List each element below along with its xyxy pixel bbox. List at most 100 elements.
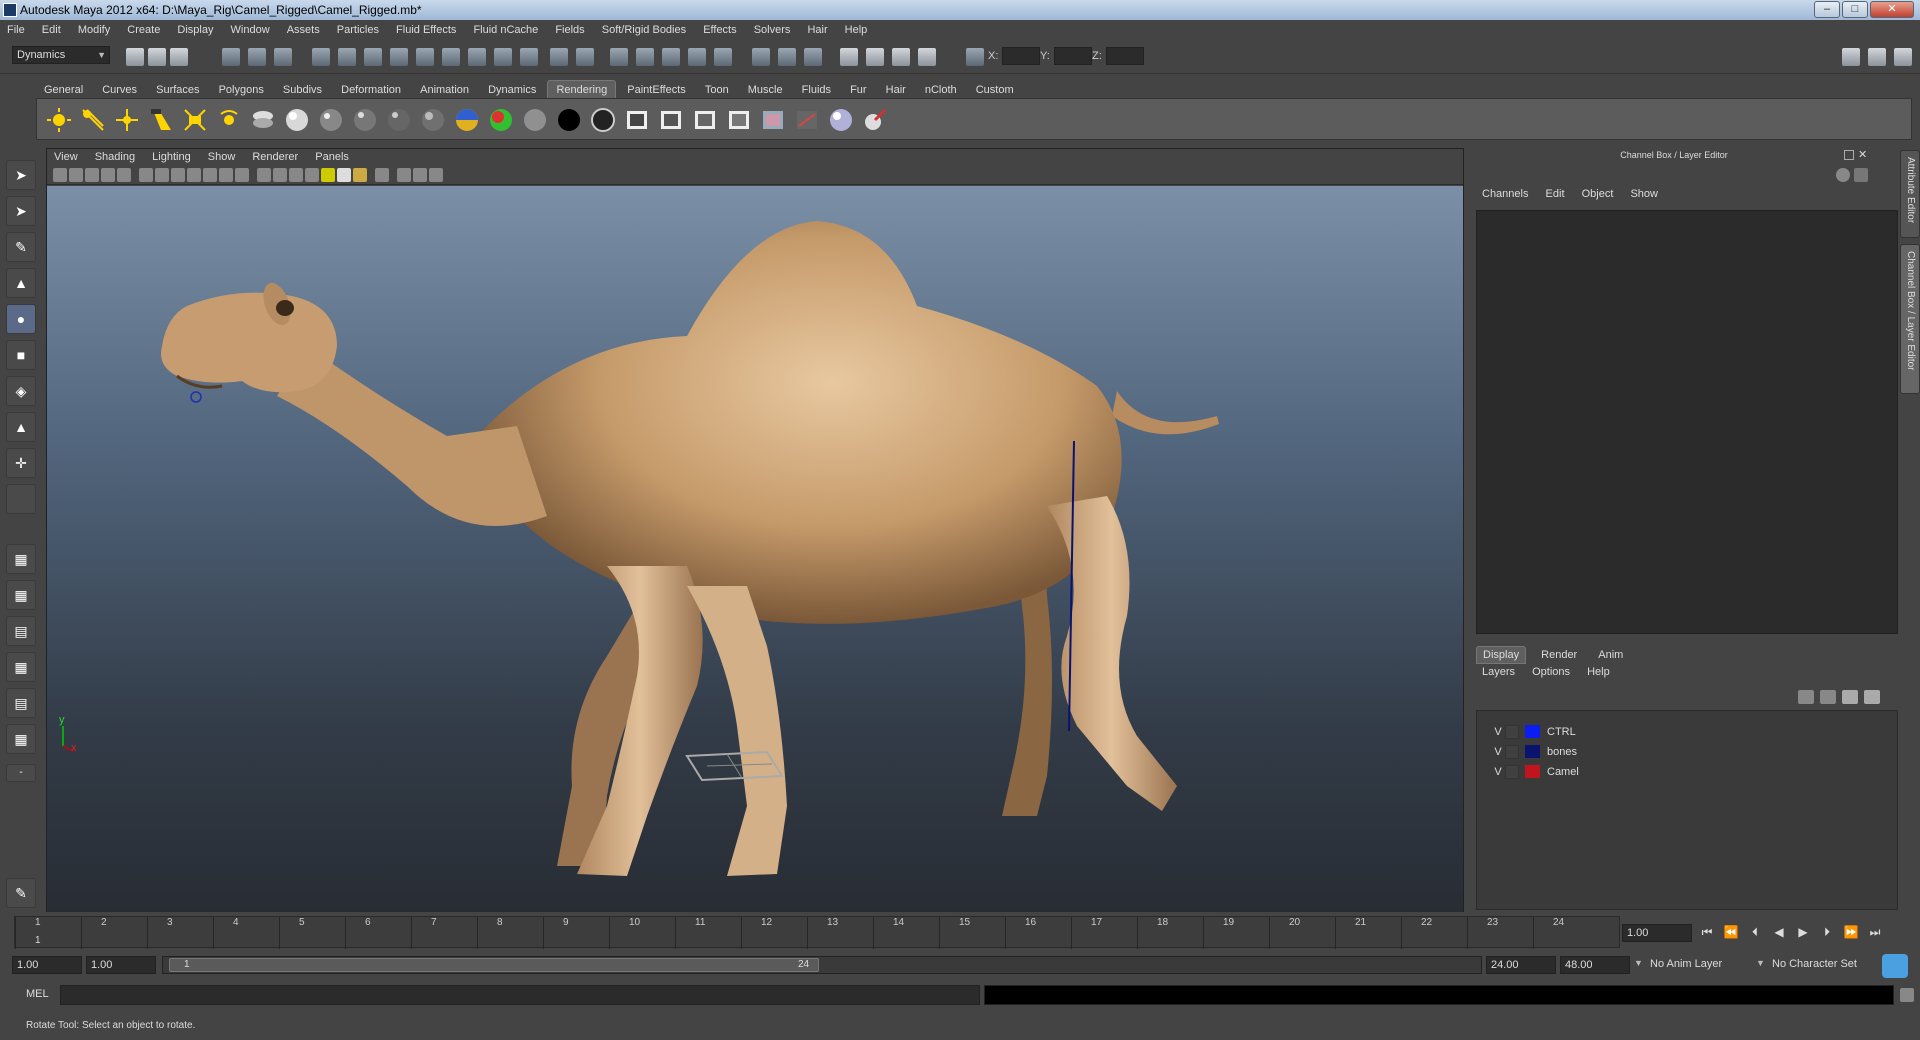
script-editor-icon[interactable]: ✎ xyxy=(6,878,36,908)
volume-light-icon[interactable] xyxy=(215,106,243,134)
hypershade-icon[interactable] xyxy=(249,106,277,134)
range-handle[interactable]: 1 24 xyxy=(169,958,819,972)
make-live-icon[interactable] xyxy=(714,48,732,66)
select-tool-icon[interactable]: ➤ xyxy=(6,160,36,190)
use-background-icon[interactable] xyxy=(555,106,583,134)
snap-curve-icon[interactable] xyxy=(636,48,654,66)
paint-brush-icon[interactable] xyxy=(861,106,889,134)
current-time-field[interactable]: 1.00 xyxy=(1622,924,1692,942)
shelf-tab-rendering[interactable]: Rendering xyxy=(547,80,617,98)
start-time-field[interactable]: 1.00 xyxy=(12,956,82,974)
go-to-end-icon[interactable]: ⏭ xyxy=(1866,924,1884,940)
channels-menu[interactable]: Channels xyxy=(1482,188,1542,200)
shelf-tab-muscle[interactable]: Muscle xyxy=(740,81,791,99)
lock-selection-icon[interactable] xyxy=(550,48,568,66)
move-tool-icon[interactable]: ▲ xyxy=(6,268,36,298)
anim-layer-dropdown[interactable]: No Anim Layer xyxy=(1650,958,1722,970)
close-panel-icon[interactable]: ✕ xyxy=(1858,148,1867,161)
persp-outliner-layout-icon[interactable]: ▤ xyxy=(6,616,36,646)
four-view-layout-icon[interactable]: ▦ xyxy=(6,580,36,610)
spot-light-icon[interactable] xyxy=(147,106,175,134)
toggle-channel-box-icon[interactable] xyxy=(1894,48,1912,66)
shelf-tab-general[interactable]: General xyxy=(36,81,91,99)
shelf-tab-deformation[interactable]: Deformation xyxy=(333,81,409,99)
lambert-material-icon[interactable] xyxy=(283,106,311,134)
perspective-viewport[interactable]: View Shading Lighting Show Renderer Pane… xyxy=(46,148,1464,912)
output-history-icon[interactable] xyxy=(778,48,796,66)
viewport-menu-lighting[interactable]: Lighting xyxy=(145,149,198,165)
new-scene-icon[interactable] xyxy=(126,48,144,66)
shelf-tab-fluids[interactable]: Fluids xyxy=(794,81,839,99)
persp-graph-layout-icon[interactable]: ▦ xyxy=(6,652,36,682)
ambient-light-icon[interactable] xyxy=(45,106,73,134)
field-chart-icon[interactable] xyxy=(203,168,217,182)
layer-row-ctrl[interactable]: V CTRL xyxy=(1485,723,1885,741)
render-frame-icon[interactable] xyxy=(866,48,884,66)
expand-layouts-icon[interactable]: - xyxy=(6,764,36,782)
play-backwards-icon[interactable]: ◀ xyxy=(1770,924,1788,940)
play-forwards-icon[interactable]: ▶ xyxy=(1794,924,1812,940)
viewport-menu-show[interactable]: Show xyxy=(201,149,243,165)
resolution-gate-icon[interactable] xyxy=(171,168,185,182)
hypershade-persp-layout-icon[interactable]: ▤ xyxy=(6,688,36,718)
toggle-tool-settings-icon[interactable] xyxy=(1868,48,1886,66)
create-layer-from-selected-icon[interactable] xyxy=(1864,690,1880,704)
layers-menu[interactable]: Layers xyxy=(1482,666,1529,678)
menu-fluid-ncache[interactable]: Fluid nCache xyxy=(466,20,545,40)
viewport-menu-shading[interactable]: Shading xyxy=(88,149,142,165)
script-editor-button-icon[interactable] xyxy=(1900,988,1914,1002)
xray-icon[interactable] xyxy=(397,168,411,182)
attribute-editor-side-tab[interactable]: Attribute Editor xyxy=(1900,150,1920,238)
channels-edit-menu[interactable]: Edit xyxy=(1546,188,1579,200)
menu-modify[interactable]: Modify xyxy=(71,20,117,40)
move-layer-up-icon[interactable] xyxy=(1798,690,1814,704)
maximize-icon[interactable]: □ xyxy=(1842,1,1868,18)
channel-box-content[interactable] xyxy=(1476,210,1898,634)
select-by-rendering-icon[interactable] xyxy=(468,48,486,66)
range-bar[interactable]: 1 24 xyxy=(162,956,1482,974)
select-object-icon[interactable] xyxy=(248,48,266,66)
channel-box-options-icon[interactable] xyxy=(1836,168,1850,182)
persp-graph-hypergraph-layout-icon[interactable]: ▦ xyxy=(6,724,36,754)
mental-ray-icon[interactable] xyxy=(827,106,855,134)
time-slider-ruler[interactable]: 1 2 3 4 5 6 7 8 9 10 11 12 13 14 15 16 1… xyxy=(14,916,1620,949)
layer-color-swatch[interactable] xyxy=(1525,765,1540,778)
render-view-shelf-icon[interactable] xyxy=(759,106,787,134)
step-back-key-icon[interactable]: ⏴ xyxy=(1746,924,1764,940)
layer-tab-render[interactable]: Render xyxy=(1529,647,1589,663)
command-language-label[interactable]: MEL xyxy=(26,988,49,1000)
character-set-dropdown[interactable]: No Character Set xyxy=(1772,958,1857,970)
create-empty-layer-icon[interactable] xyxy=(1842,690,1858,704)
save-scene-icon[interactable] xyxy=(170,48,188,66)
point-light-icon[interactable] xyxy=(113,106,141,134)
anisotropic-material-icon[interactable] xyxy=(419,106,447,134)
shelf-tab-ncloth[interactable]: nCloth xyxy=(917,81,965,99)
paint-select-tool-icon[interactable]: ✎ xyxy=(6,232,36,262)
menu-particles[interactable]: Particles xyxy=(330,20,386,40)
shelf-tab-custom[interactable]: Custom xyxy=(968,81,1022,99)
layer-options-menu[interactable]: Options xyxy=(1532,666,1584,678)
smooth-shade-icon[interactable] xyxy=(273,168,287,182)
menu-solvers[interactable]: Solvers xyxy=(747,20,798,40)
menu-edit[interactable]: Edit xyxy=(35,20,68,40)
open-scene-icon[interactable] xyxy=(148,48,166,66)
two-d-pan-zoom-icon[interactable] xyxy=(117,168,131,182)
layer-visibility-toggle[interactable]: V xyxy=(1491,743,1505,761)
surface-shader-icon[interactable] xyxy=(521,106,549,134)
rotate-tool-icon[interactable]: ● xyxy=(6,304,36,334)
high-quality-icon[interactable] xyxy=(353,168,367,182)
layer-color-swatch[interactable] xyxy=(1525,725,1540,738)
viewport-menu-renderer[interactable]: Renderer xyxy=(245,149,305,165)
scale-tool-icon[interactable]: ■ xyxy=(6,340,36,370)
layered-shader-icon[interactable] xyxy=(453,106,481,134)
highlight-selection-icon[interactable] xyxy=(576,48,594,66)
anim-layer-chevron-icon[interactable]: ▼ xyxy=(1634,958,1643,968)
shelf-tab-surfaces[interactable]: Surfaces xyxy=(148,81,207,99)
universal-manipulator-icon[interactable]: ◈ xyxy=(6,376,36,406)
shelf-tab-dynamics[interactable]: Dynamics xyxy=(480,81,544,99)
absolute-transform-icon[interactable] xyxy=(966,48,984,66)
select-component-icon[interactable] xyxy=(274,48,292,66)
shelf-tab-subdivs[interactable]: Subdivs xyxy=(275,81,330,99)
layer-color-swatch[interactable] xyxy=(1525,745,1540,758)
go-to-start-icon[interactable]: ⏮ xyxy=(1698,924,1716,940)
